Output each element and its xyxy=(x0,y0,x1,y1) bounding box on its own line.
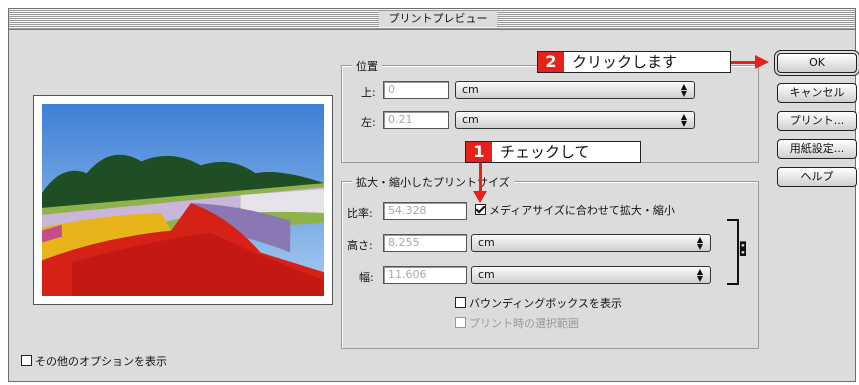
checkbox-icon xyxy=(455,297,466,308)
fit-to-media-label: メディアサイズに合わせて拡大・縮小 xyxy=(489,204,675,217)
callout-1-arrow-shaft xyxy=(479,163,482,193)
width-input[interactable]: 11.606 xyxy=(383,266,467,284)
show-more-options-label: その他のオプションを表示 xyxy=(35,355,167,368)
page-setup-button[interactable]: 用紙設定... xyxy=(777,139,857,159)
popup-arrows-icon: ▲ ▼ xyxy=(696,235,704,251)
link-chain-icon: ◘ ◘ xyxy=(739,241,747,259)
top-unit-value: cm xyxy=(462,83,479,96)
left-unit-select[interactable]: cm ▲ ▼ xyxy=(455,111,695,129)
print-selected-area-checkbox[interactable]: プリント時の選択範囲 xyxy=(455,317,579,331)
callout-2-arrow-shaft xyxy=(731,61,757,64)
height-unit-select[interactable]: cm ▲ ▼ xyxy=(471,234,711,252)
left-input[interactable]: 0.21 xyxy=(383,111,449,129)
callout-2-arrowhead-icon xyxy=(755,55,769,69)
proportion-bracket xyxy=(727,219,739,285)
checkbox-icon xyxy=(21,355,32,366)
top-unit-select[interactable]: cm ▲ ▼ xyxy=(455,81,695,99)
title-bar[interactable]: プリントプレビュー xyxy=(9,9,855,30)
callout-step-1: 1 チェックして xyxy=(465,141,641,163)
scale-label: 比率: xyxy=(347,207,373,220)
top-input[interactable]: 0 xyxy=(383,81,449,99)
show-more-options-checkbox[interactable]: その他のオプションを表示 xyxy=(21,355,167,369)
checkbox-icon xyxy=(455,317,466,328)
print-selected-area-label: プリント時の選択範囲 xyxy=(469,317,579,330)
top-label: 上: xyxy=(361,86,376,99)
width-unit-value: cm xyxy=(478,268,495,281)
position-group-title: 位置 xyxy=(352,58,382,74)
print-preview-dialog: プリントプレビュー 位置 上: 0 cm ▲ ▼ 左: 0.21 cm ▲ ▼ … xyxy=(8,8,857,382)
width-unit-select[interactable]: cm ▲ ▼ xyxy=(471,266,711,284)
help-button[interactable]: ヘルプ xyxy=(777,167,857,187)
window-title: プリントプレビュー xyxy=(379,11,497,27)
popup-arrows-icon: ▲ ▼ xyxy=(680,82,688,98)
scale-input[interactable]: 54.328 xyxy=(383,202,467,220)
fit-to-media-checkbox[interactable]: メディアサイズに合わせて拡大・縮小 xyxy=(475,204,675,218)
callout-1-arrowhead-icon xyxy=(473,191,487,203)
scaled-size-group-title: 拡大・縮小したプリントサイズ xyxy=(352,174,514,190)
bounding-box-label: バウンディングボックスを表示 xyxy=(469,297,622,310)
callout-step-2: 2 クリックします xyxy=(537,51,731,73)
callout-step-2-text: クリックします xyxy=(572,53,678,71)
popup-arrows-icon: ▲ ▼ xyxy=(680,112,688,128)
cancel-button[interactable]: キャンセル xyxy=(777,83,857,103)
callout-step-2-number: 2 xyxy=(538,52,564,72)
popup-arrows-icon: ▲ ▼ xyxy=(696,267,704,283)
checkbox-icon xyxy=(475,204,486,215)
callout-step-1-number: 1 xyxy=(466,142,492,162)
ok-button[interactable]: OK xyxy=(777,53,857,73)
width-label: 幅: xyxy=(359,271,374,284)
left-label: 左: xyxy=(361,116,376,129)
callout-step-1-text: チェックして xyxy=(500,143,590,161)
height-label: 高さ: xyxy=(347,239,373,252)
height-input[interactable]: 8.255 xyxy=(383,234,467,252)
flower-field-photo xyxy=(42,104,324,296)
print-button[interactable]: プリント... xyxy=(777,111,857,131)
show-bounding-box-checkbox[interactable]: バウンディングボックスを表示 xyxy=(455,297,622,311)
print-preview-image xyxy=(33,95,333,305)
left-unit-value: cm xyxy=(462,113,479,126)
height-unit-value: cm xyxy=(478,236,495,249)
